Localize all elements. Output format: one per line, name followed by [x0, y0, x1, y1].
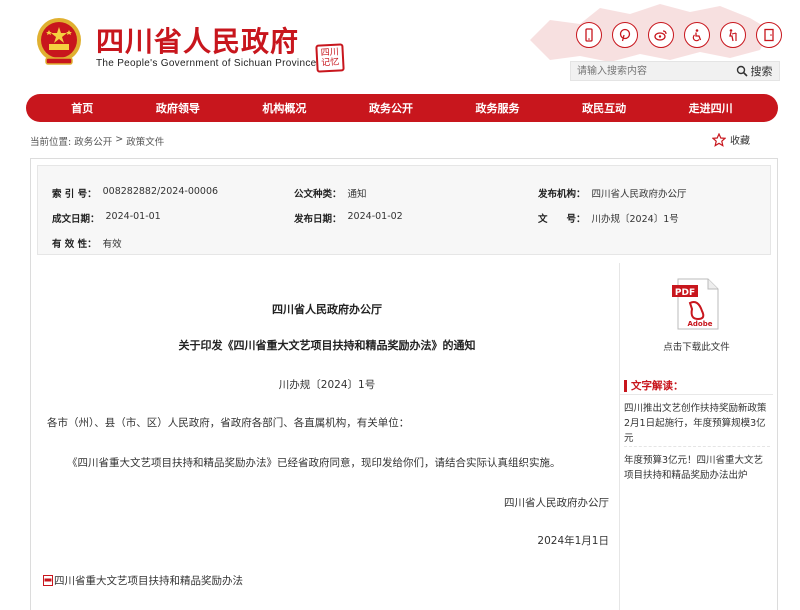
- attachment-link[interactable]: 四川省重大文艺项目扶持和精品奖励办法: [43, 573, 243, 588]
- interpretation-link[interactable]: 年度预算3亿元！四川省重大文艺项目扶持和精品奖励办法出炉: [624, 453, 770, 483]
- document-title: 关于印发《四川省重大文艺项目扶持和精品奖励办法》的通知: [178, 339, 476, 352]
- document-issuer-heading: 四川省人民政府办公厅: [272, 303, 382, 316]
- meta-written-value: 2024-01-01: [105, 211, 161, 222]
- document-number: 川办规〔2024〕1号: [278, 379, 376, 391]
- search-button-label: 搜索: [750, 65, 773, 78]
- nav-item-services[interactable]: 政务服务: [470, 100, 526, 116]
- meta-published-label: 发布日期：: [294, 214, 342, 225]
- mobile-icon[interactable]: [576, 22, 602, 48]
- document-content: 四川省人民政府办公厅 关于印发《四川省重大文艺项目扶持和精品奖励办法》的通知 川…: [37, 263, 617, 610]
- nav-item-interaction[interactable]: 政民互动: [576, 100, 632, 116]
- search-icon: [736, 65, 748, 77]
- download-file-link[interactable]: 点击下载此文件: [620, 339, 773, 353]
- sichuan-memory-seal-logo[interactable]: 四川 记忆: [315, 43, 345, 73]
- toolbar-icons: [576, 22, 782, 48]
- heading-accent-bar: [624, 379, 627, 392]
- meta-type-value: 通知: [347, 189, 367, 200]
- weibo-icon[interactable]: [648, 22, 674, 48]
- elderly-mode-icon[interactable]: [720, 22, 746, 48]
- nav-item-open-government[interactable]: 政务公开: [363, 100, 419, 116]
- pdf-file-icon: [43, 575, 53, 586]
- breadcrumb-separator: >: [115, 134, 124, 145]
- breadcrumb-item-open-government[interactable]: 政务公开: [74, 134, 112, 148]
- nav-item-home[interactable]: 首页: [65, 100, 99, 116]
- breadcrumb: 当前位置: 政务公开 > 政策文件: [30, 134, 164, 148]
- meta-issuer-value: 四川省人民政府办公厅: [591, 189, 687, 200]
- document-signature: 四川省人民政府办公厅: [504, 497, 609, 509]
- meta-row: 成文日期： 2024-01-01 发布日期： 2024-01-02 文 号： 川办规〔…: [38, 211, 770, 231]
- exit-icon[interactable]: [756, 22, 782, 48]
- document-meta: 索 引 号： 008282882/2024-00006 公文种类： 通知 发布机构：…: [37, 165, 771, 255]
- meta-docno-value: 川办规〔2024〕1号: [591, 214, 679, 225]
- nav-item-about-sichuan[interactable]: 走进四川: [683, 100, 739, 116]
- meta-row: 索 引 号： 008282882/2024-00006 公文种类： 通知 发布机构：…: [38, 186, 770, 206]
- meta-validity-label: 有 效 性：: [52, 239, 97, 250]
- meta-published-value: 2024-01-02: [347, 211, 403, 222]
- meta-validity-value: 有效: [102, 239, 122, 250]
- national-emblem-logo: [37, 18, 81, 65]
- favorite-label: 收藏: [730, 136, 750, 147]
- svg-text:Adobe: Adobe: [688, 320, 713, 328]
- accessibility-icon[interactable]: [684, 22, 710, 48]
- meta-index-label: 索 引 号：: [52, 189, 97, 200]
- document-body: 《四川省重大文艺项目扶持和精品奖励办法》已经省政府同意，现印发给你们，请结合实际…: [67, 457, 561, 469]
- nav-item-leaders[interactable]: 政府领导: [150, 100, 206, 116]
- document-recipients: 各市（州）、县（市、区）人民政府，省政府各部门、各直属机构，有关单位：: [47, 417, 410, 429]
- document-date: 2024年1月1日: [537, 535, 609, 547]
- meta-docno-label: 文 号：: [538, 214, 586, 225]
- site-title[interactable]: 四川省人民政府: [96, 20, 299, 60]
- breadcrumb-label: 当前位置:: [30, 137, 72, 148]
- pinterest-icon[interactable]: [612, 22, 638, 48]
- meta-type-label: 公文种类：: [294, 189, 342, 200]
- meta-row: 有 效 性： 有效: [38, 236, 770, 256]
- svg-text:PDF: PDF: [675, 288, 695, 298]
- interpretation-heading: 文字解读：: [620, 377, 773, 395]
- favorite-button[interactable]: 收藏: [712, 132, 750, 147]
- pdf-download-icon[interactable]: PDF Adobe: [668, 277, 724, 331]
- star-icon: [712, 132, 726, 147]
- document-frame: 索 引 号： 008282882/2024-00006 公文种类： 通知 发布机构：…: [30, 158, 778, 610]
- search-button[interactable]: 搜索: [729, 62, 779, 80]
- search-input[interactable]: [571, 62, 729, 80]
- site-subtitle: The People's Government of Sichuan Provi…: [96, 58, 317, 69]
- interpretation-heading-label: 文字解读：: [631, 380, 684, 392]
- interpretation-link[interactable]: 四川推出文艺创作扶持奖励新政策2月1日起施行，年度预算规模3亿元: [624, 401, 770, 447]
- attachment-label: 四川省重大文艺项目扶持和精品奖励办法: [54, 575, 243, 587]
- meta-issuer-label: 发布机构：: [538, 189, 586, 200]
- main-nav: 首页 政府领导 机构概况 政务公开 政务服务 政民互动 走进四川: [26, 94, 778, 122]
- search-box: 搜索: [570, 61, 780, 81]
- meta-written-label: 成文日期：: [52, 214, 100, 225]
- nav-item-organization[interactable]: 机构概况: [256, 100, 312, 116]
- meta-index-value: 008282882/2024-00006: [102, 186, 219, 197]
- sidebar: PDF Adobe 点击下载此文件 文字解读： 四川推出文艺创作扶持奖励新政策2…: [619, 263, 773, 610]
- site-header: 四川省人民政府 The People's Government of Sichu…: [0, 0, 800, 90]
- breadcrumb-item-policy-documents[interactable]: 政策文件: [126, 134, 164, 148]
